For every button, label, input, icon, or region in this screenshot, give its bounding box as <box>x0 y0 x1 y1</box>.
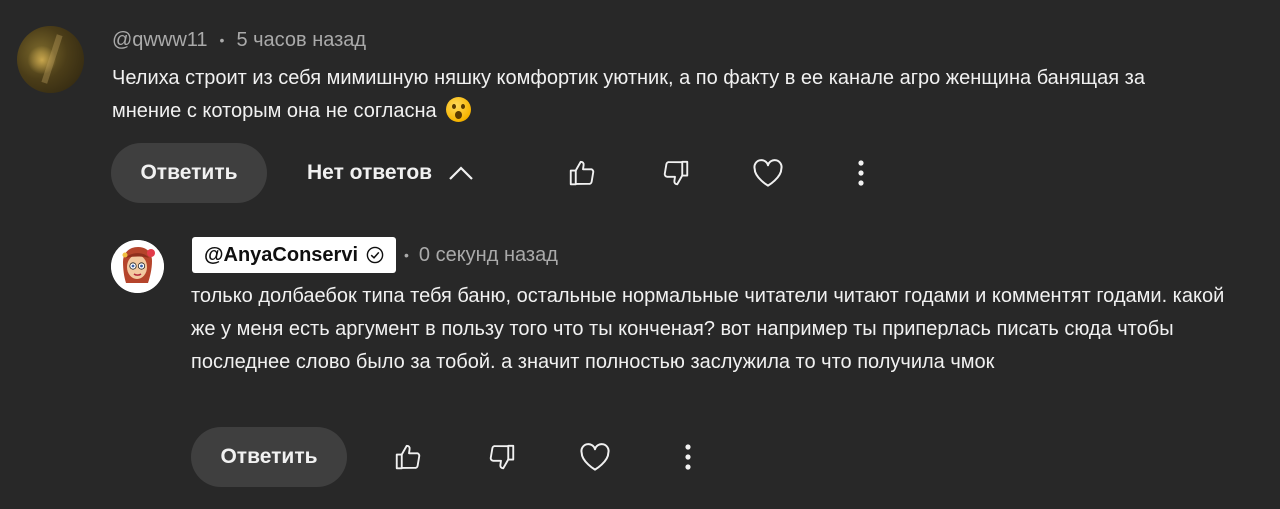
more-actions-button[interactable] <box>666 435 710 479</box>
comment-body: Челиха строит из себя мимишную няшку ком… <box>112 67 1145 122</box>
avatar[interactable] <box>17 26 84 93</box>
reply-button[interactable]: Ответить <box>111 143 267 203</box>
comment-text: Челиха строит из себя мимишную няшку ком… <box>112 62 1172 128</box>
thumbs-up-icon <box>567 158 597 188</box>
replies-label: Нет ответов <box>307 161 433 184</box>
comment-time[interactable]: 5 часов назад <box>236 29 366 52</box>
meta-separator: • <box>404 247 409 263</box>
reply-button[interactable]: Ответить <box>191 427 347 487</box>
comment-meta: @qwww11 • 5 часов назад <box>112 26 366 54</box>
thumbs-up-icon <box>393 442 423 472</box>
verified-check-icon <box>366 246 384 264</box>
comment-author-badge[interactable]: @AnyaConservi <box>192 237 396 273</box>
comment-author: @AnyaConservi <box>204 243 358 266</box>
heart-button[interactable] <box>746 151 790 195</box>
like-button[interactable] <box>560 151 604 195</box>
comments-section: @qwww11 • 5 часов назад Челиха строит из… <box>0 0 1280 509</box>
thumbs-down-icon <box>487 442 517 472</box>
more-vertical-icon <box>857 160 865 186</box>
more-actions-button[interactable] <box>839 151 883 195</box>
dislike-button[interactable] <box>654 151 698 195</box>
more-vertical-icon <box>684 444 692 470</box>
heart-icon <box>752 158 784 188</box>
comment-time[interactable]: 0 секунд назад <box>419 244 558 267</box>
avatar[interactable] <box>111 240 164 293</box>
heart-icon <box>579 442 611 472</box>
dislike-button[interactable] <box>480 435 524 479</box>
thumbs-down-icon <box>661 158 691 188</box>
heart-button[interactable] <box>573 435 617 479</box>
comment-text: только долбаебок типа тебя баню, остальн… <box>191 285 1225 373</box>
comment-meta: • 0 секунд назад <box>400 241 558 269</box>
comment-author[interactable]: @qwww11 <box>112 29 208 52</box>
replies-toggle[interactable]: Нет ответов <box>307 143 474 203</box>
meta-separator: • <box>219 32 225 48</box>
surprised-face-emoji-icon <box>446 97 472 122</box>
like-button[interactable] <box>386 435 430 479</box>
chevron-up-icon <box>448 165 474 181</box>
